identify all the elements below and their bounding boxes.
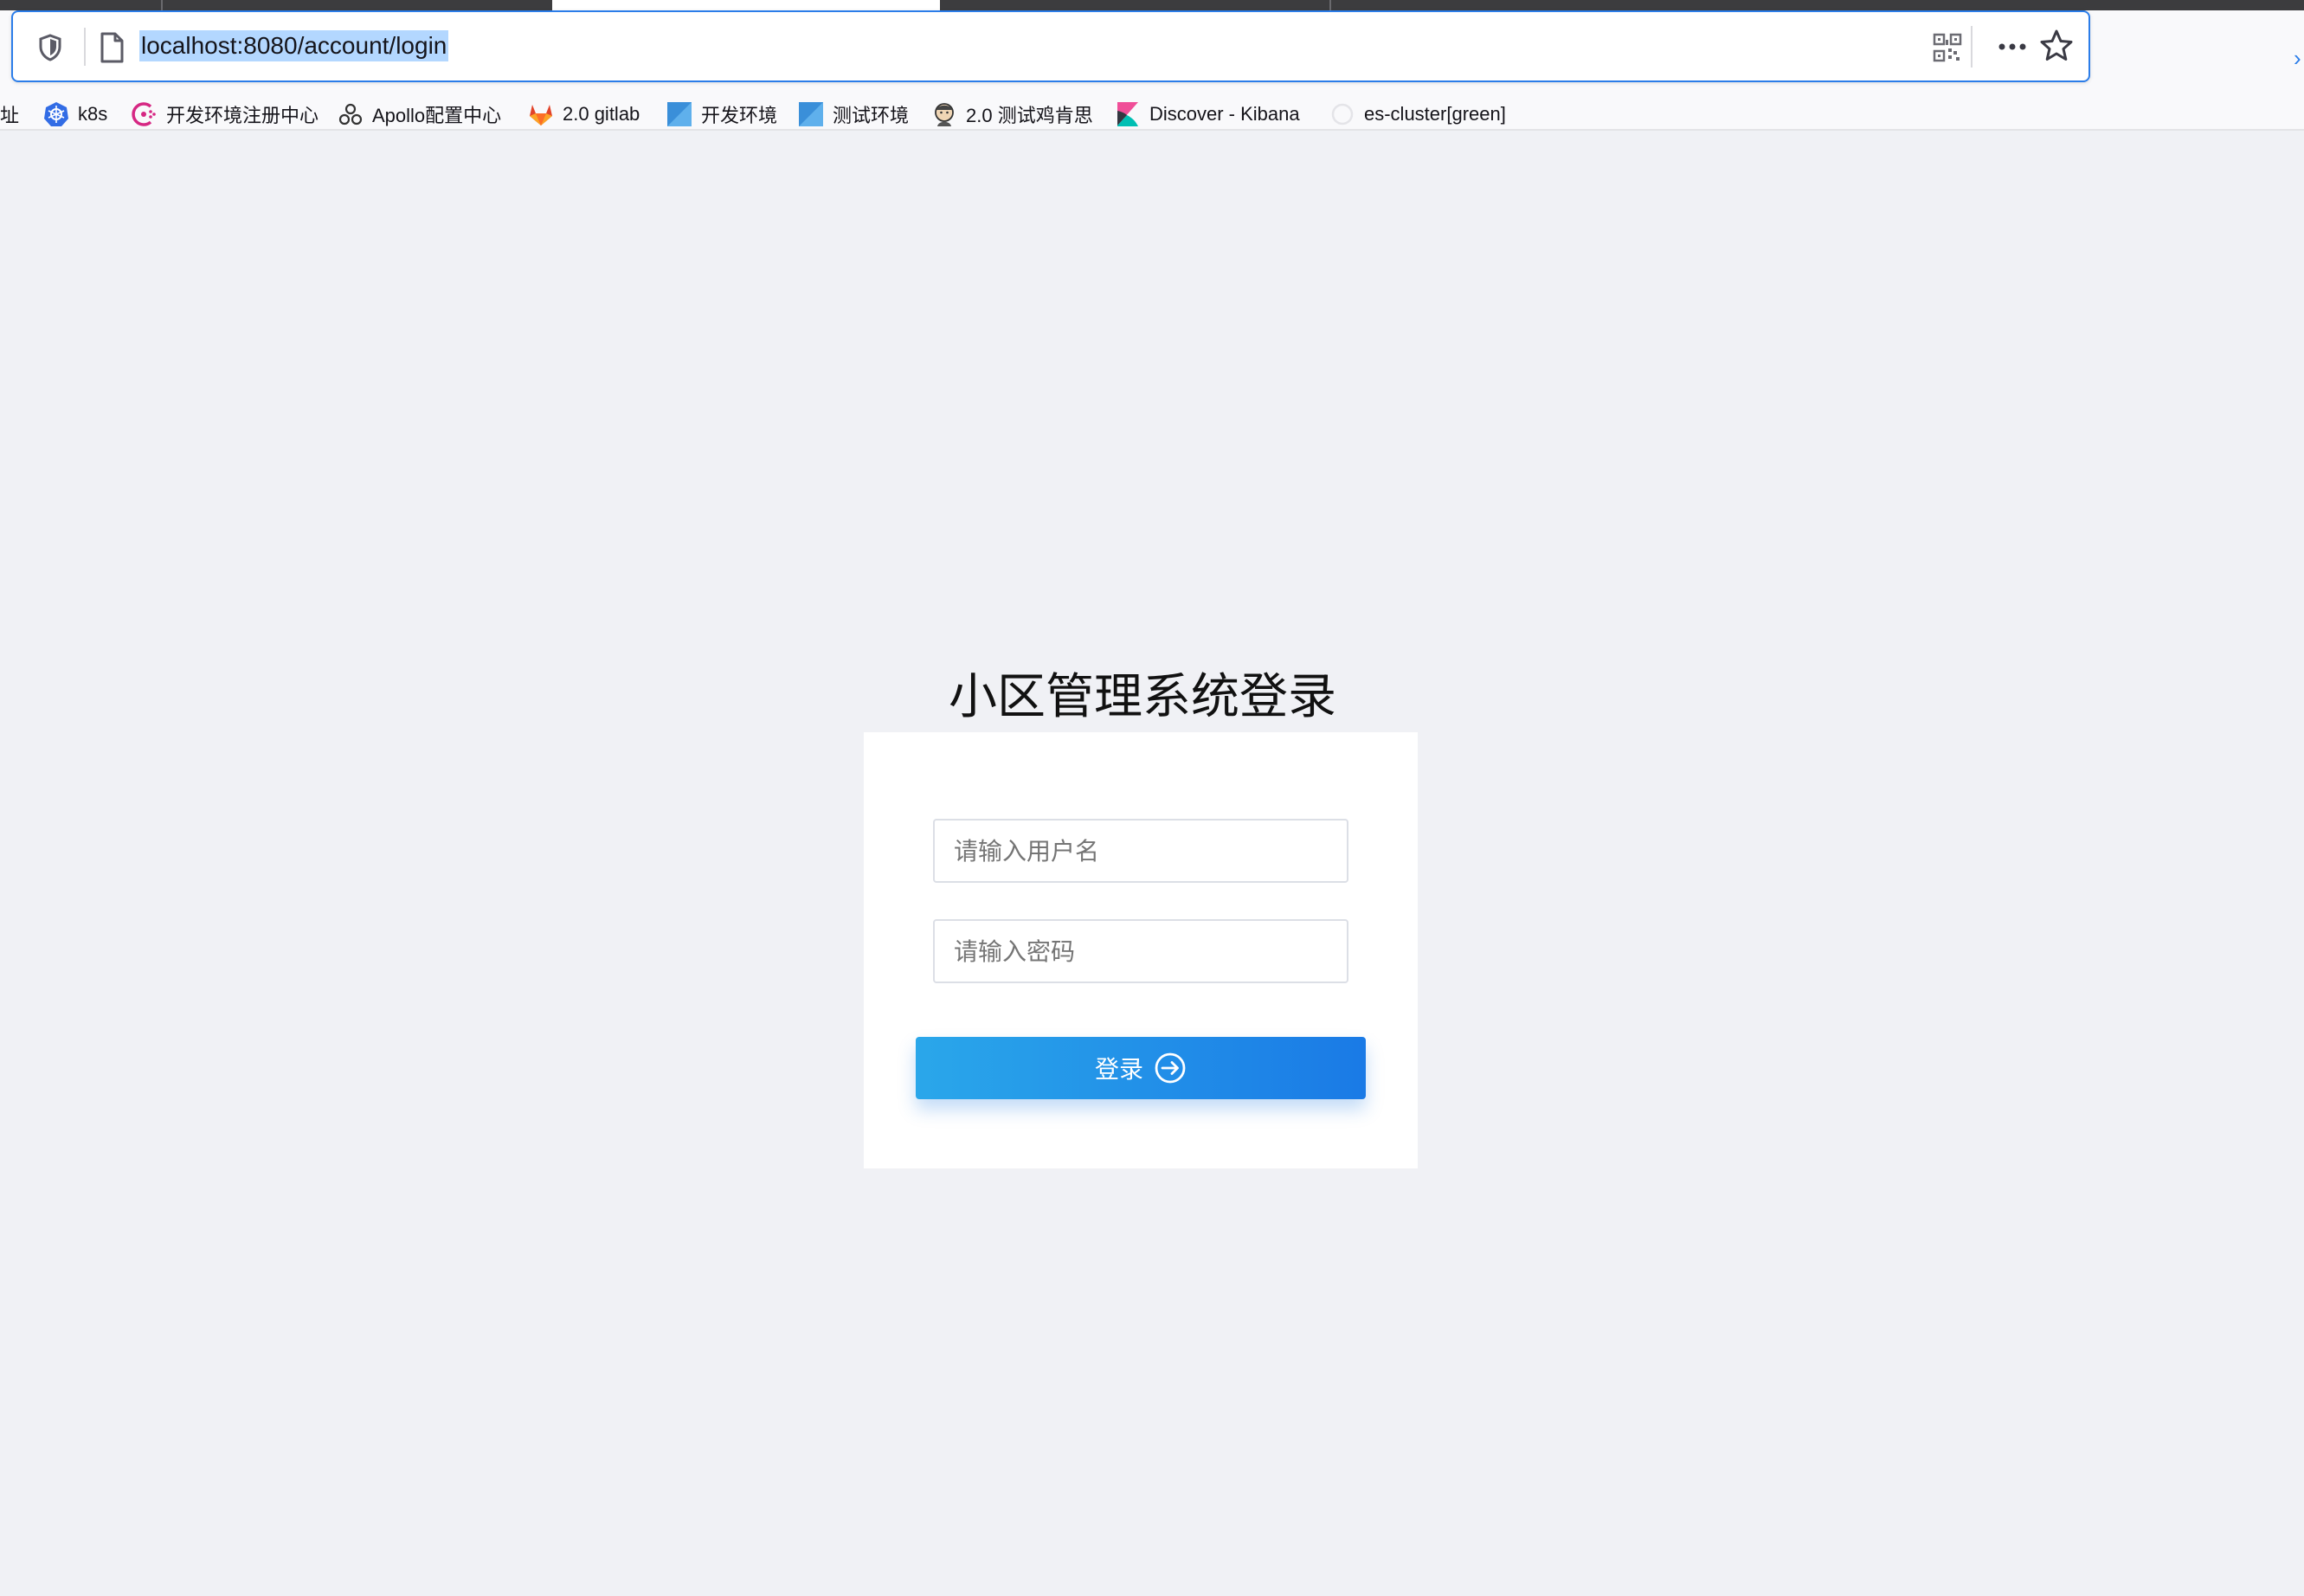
bookmark-label: 2.0 gitlab bbox=[563, 103, 640, 125]
browser-toolbar: localhost:8080/account/login › 址 k8s 开发环… bbox=[0, 10, 2304, 131]
login-title: 小区管理系统登录 bbox=[949, 669, 1336, 725]
arrow-right-circle-icon bbox=[1155, 1052, 1186, 1084]
apollo-icon bbox=[338, 103, 363, 125]
bookmark-label: Apollo配置中心 bbox=[372, 105, 502, 126]
bookmark-label: 开发环境注册中心 bbox=[166, 105, 319, 126]
bookmark-star-icon[interactable] bbox=[2038, 28, 2075, 64]
url-text[interactable]: localhost:8080/account/login bbox=[139, 30, 449, 61]
bookmark-label: 测试环境 bbox=[833, 105, 910, 126]
bookmark-label: es-cluster[green] bbox=[1364, 103, 1506, 125]
globe-icon bbox=[1331, 103, 1354, 125]
bookmark-jenkins[interactable]: 2.0 测试鸡肯思 bbox=[931, 97, 1093, 132]
blue-square-icon bbox=[667, 102, 692, 126]
more-options-icon[interactable] bbox=[1993, 31, 2031, 62]
overflow-chevron-icon[interactable]: › bbox=[2294, 45, 2304, 71]
address-bar[interactable]: localhost:8080/account/login bbox=[11, 10, 2090, 82]
bookmark-test-env[interactable]: 测试环境 bbox=[798, 97, 909, 132]
bookmark-label: 开发环境 bbox=[701, 105, 778, 126]
blue-square-icon bbox=[799, 102, 823, 126]
bookmark-k8s[interactable]: k8s bbox=[43, 97, 107, 132]
tab-separator bbox=[1329, 0, 1331, 10]
bookmark-label: Discover - Kibana bbox=[1149, 103, 1300, 125]
consul-icon bbox=[132, 102, 156, 126]
password-input[interactable] bbox=[933, 919, 1348, 983]
qr-code-icon[interactable] bbox=[1933, 33, 1962, 62]
login-card: 登录 bbox=[864, 732, 1418, 1168]
bookmark-label: 2.0 测试鸡肯思 bbox=[966, 105, 1093, 126]
bookmark-item[interactable]: 址 bbox=[0, 97, 19, 132]
page-icon[interactable] bbox=[98, 31, 125, 64]
jenkins-icon bbox=[935, 103, 954, 126]
gitlab-icon bbox=[530, 105, 552, 125]
login-button-label: 登录 bbox=[1094, 1055, 1143, 1084]
bookmark-dev-registry[interactable]: 开发环境注册中心 bbox=[132, 97, 319, 132]
bookmark-es-cluster[interactable]: es-cluster[green] bbox=[1329, 97, 1506, 132]
bookmark-dev-env[interactable]: 开发环境 bbox=[666, 97, 777, 132]
login-button[interactable]: 登录 bbox=[916, 1037, 1366, 1099]
tab-separator bbox=[161, 0, 163, 10]
kibana-icon bbox=[1117, 102, 1138, 126]
active-tab[interactable] bbox=[552, 0, 940, 10]
bookmarks-bar: 址 k8s 开发环境注册中心 Apollo配置中心 2.0 gitlab 开发环… bbox=[0, 97, 2304, 132]
bookmark-kibana[interactable]: Discover - Kibana bbox=[1115, 97, 1300, 132]
shield-icon[interactable] bbox=[37, 33, 63, 62]
bookmark-apollo[interactable]: Apollo配置中心 bbox=[338, 97, 501, 132]
bookmark-gitlab[interactable]: 2.0 gitlab bbox=[528, 97, 640, 132]
address-bar-divider bbox=[84, 28, 86, 66]
bookmark-label: 址 bbox=[0, 105, 20, 126]
username-input[interactable] bbox=[933, 819, 1348, 883]
kubernetes-icon bbox=[44, 102, 68, 126]
address-bar-divider bbox=[1971, 26, 1973, 68]
bookmark-label: k8s bbox=[78, 103, 108, 125]
tab-strip bbox=[0, 0, 2304, 10]
